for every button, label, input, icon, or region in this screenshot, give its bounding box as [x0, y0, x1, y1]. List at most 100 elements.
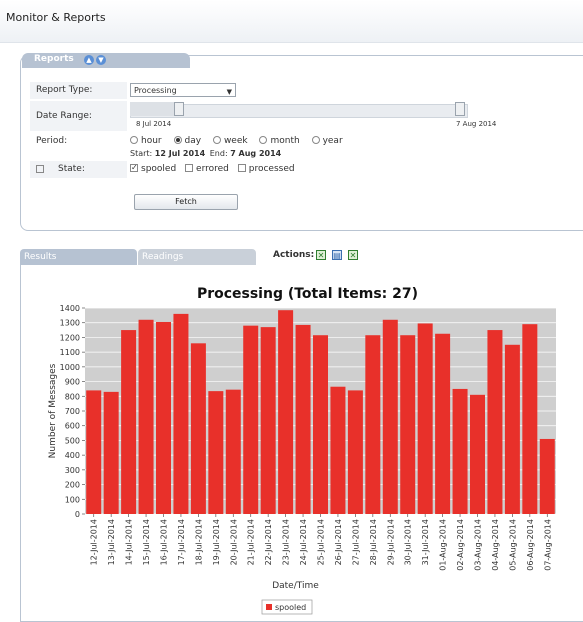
bar [487, 330, 503, 514]
bar [452, 388, 468, 514]
bar [173, 313, 189, 514]
y-tick-label: 0 [75, 510, 80, 519]
x-tick-label: 30-Jul-2014 [404, 519, 413, 565]
bar [417, 323, 433, 514]
x-tick-label: 14-Jul-2014 [125, 519, 134, 565]
slider-end-thumb[interactable] [455, 102, 465, 116]
checkbox-checked-icon[interactable]: ✓ [130, 163, 138, 172]
radio-icon[interactable] [311, 135, 320, 144]
period-label: Period: [36, 136, 68, 146]
x-tick-label: 05-Aug-2014 [508, 519, 517, 571]
reports-tab[interactable]: Reports ▲ ▼ [22, 53, 190, 68]
period-day[interactable]: day [173, 135, 201, 146]
state-checkbox[interactable] [36, 165, 44, 173]
y-tick-label: 300 [65, 466, 80, 475]
tab-results[interactable]: Results [20, 249, 137, 265]
x-tick-label: 17-Jul-2014 [177, 519, 186, 565]
x-tick-label: 03-Aug-2014 [474, 519, 483, 571]
title-bar: Monitor & Reports [0, 0, 583, 43]
save-icon[interactable]: ▤ [332, 250, 342, 260]
y-tick-label: 1000 [60, 363, 80, 372]
x-tick-label: 21-Jul-2014 [247, 519, 256, 565]
excel-icon[interactable]: ✕ [348, 250, 358, 260]
y-tick-label: 100 [65, 495, 80, 504]
state-label: State: [30, 161, 127, 178]
bar [121, 330, 137, 514]
y-tick-label: 1100 [60, 348, 80, 357]
bar [138, 319, 154, 514]
bar [243, 325, 259, 514]
x-tick-label: 31-Jul-2014 [421, 519, 430, 565]
bar [312, 335, 329, 514]
bar [103, 391, 119, 514]
x-tick-label: 23-Jul-2014 [282, 519, 291, 565]
checkbox-icon[interactable] [237, 163, 246, 172]
x-tick-label: 18-Jul-2014 [194, 519, 203, 565]
bar [225, 389, 241, 514]
chevron-down-icon: ▼ [226, 88, 232, 96]
x-tick-label: 19-Jul-2014 [212, 519, 221, 565]
actions-label: Actions: [273, 250, 315, 260]
radio-icon[interactable] [130, 135, 138, 144]
reports-tab-label: Reports [34, 54, 74, 64]
bar [86, 390, 102, 514]
x-tick-label: 13-Jul-2014 [107, 519, 116, 565]
bar [382, 319, 398, 514]
period-week[interactable]: week [212, 135, 248, 146]
state-errored[interactable]: errored [185, 163, 229, 174]
period-hour[interactable]: hour [130, 135, 162, 146]
x-tick-label: 22-Jul-2014 [264, 519, 273, 565]
y-tick-label: 800 [65, 392, 80, 401]
bar [522, 324, 538, 514]
period-month[interactable]: month [259, 135, 300, 146]
radio-selected-icon[interactable] [173, 135, 182, 144]
bar [295, 324, 311, 514]
bar [504, 344, 520, 514]
start-date: 12 Jul 2014 [154, 149, 206, 158]
y-axis-label: Number of Messages [48, 363, 58, 458]
x-tick-label: 15-Jul-2014 [142, 519, 151, 565]
legend-label: spooled [275, 603, 306, 612]
report-type-row: Report Type: Processing ▼ [30, 82, 580, 99]
y-tick-label: 500 [65, 436, 80, 445]
arrow-down-icon[interactable]: ▼ [96, 55, 106, 65]
date-range-unselected [130, 102, 178, 116]
report-type-value: Processing [134, 86, 177, 95]
date-range-label: Date Range: [30, 101, 127, 131]
x-tick-label: 27-Jul-2014 [351, 519, 360, 565]
tab-readings[interactable]: Readings [138, 249, 256, 265]
y-tick-label: 600 [65, 422, 80, 431]
x-tick-label: 29-Jul-2014 [386, 519, 395, 565]
checkbox-icon[interactable] [185, 163, 194, 172]
bar [330, 386, 346, 514]
window-title: Monitor & Reports [6, 11, 106, 24]
radio-icon[interactable] [212, 135, 221, 144]
state-spooled[interactable]: ✓ spooled [130, 163, 176, 174]
y-tick-label: 700 [65, 407, 80, 416]
slider-start-thumb[interactable] [174, 102, 184, 116]
report-type-select[interactable]: Processing ▼ [130, 83, 236, 97]
state-processed[interactable]: processed [237, 163, 295, 174]
y-tick-label: 200 [65, 481, 80, 490]
start-end-summary: Start: 12 Jul 2014 End: 7 Aug 2014 [130, 149, 282, 158]
bar [347, 390, 363, 514]
period-year[interactable]: year [311, 135, 343, 146]
chart-title: Processing (Total Items: 27) [197, 286, 418, 302]
range-start-tick: 8 Jul 2014 [136, 120, 172, 128]
excel-export-icon[interactable]: ✕ [316, 250, 326, 260]
x-axis-label: Date/Time [272, 581, 319, 591]
x-tick-label: 12-Jul-2014 [90, 519, 99, 565]
bar [435, 333, 451, 514]
x-tick-label: 24-Jul-2014 [299, 519, 308, 565]
legend-swatch [266, 604, 272, 610]
radio-icon[interactable] [259, 135, 268, 144]
bar [260, 327, 276, 514]
arrow-up-icon[interactable]: ▲ [84, 55, 94, 65]
y-tick-label: 1200 [60, 333, 80, 342]
x-tick-label: 04-Aug-2014 [491, 519, 500, 571]
x-tick-label: 01-Aug-2014 [439, 519, 448, 571]
bar [190, 343, 206, 514]
bar [278, 310, 294, 514]
period-row: Period: hour day week month year [30, 133, 580, 150]
fetch-button[interactable]: Fetch [134, 194, 238, 210]
